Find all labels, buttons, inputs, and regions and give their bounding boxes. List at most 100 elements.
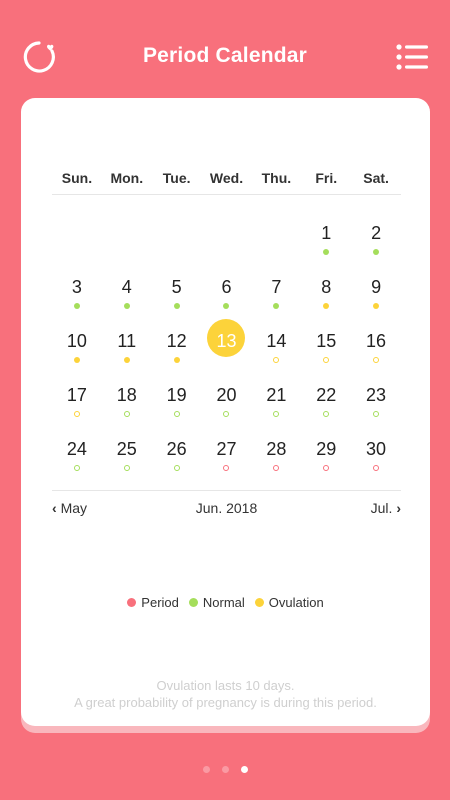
chevron-left-icon: ‹ [52, 500, 57, 516]
calendar-day[interactable]: 15 [301, 316, 351, 370]
calendar-day[interactable]: 26 [152, 424, 202, 478]
weekday-label: Thu. [261, 170, 292, 186]
empty-day-cell [251, 208, 301, 262]
day-number: 26 [166, 439, 187, 459]
day-status-dot [123, 357, 130, 363]
day-status-dot [223, 303, 230, 309]
day-number: 15 [316, 331, 337, 351]
calendar-day[interactable]: 11 [102, 316, 152, 370]
page-dot[interactable] [202, 766, 210, 773]
calendar-day[interactable]: 19 [152, 370, 202, 424]
day-number: 20 [216, 385, 237, 405]
day-status-dot [373, 411, 380, 417]
info-note-line-1: Ovulation lasts 10 days. [156, 678, 295, 693]
calendar-day[interactable]: 7 [251, 262, 301, 316]
legend-dot [127, 598, 137, 607]
list-menu-icon[interactable] [396, 44, 428, 70]
legend: Period Normal Ovulation [21, 595, 430, 610]
calendar-day[interactable]: 6 [202, 262, 252, 316]
day-number: 18 [116, 385, 137, 405]
empty-day-cell [52, 208, 102, 262]
legend-item-ovulation: Ovulation [254, 595, 324, 610]
day-status-dot [323, 357, 330, 363]
weekday-label: Sat. [363, 170, 389, 186]
day-status-dot [173, 303, 180, 309]
day-status-dot [123, 465, 130, 471]
weekday-label: Fri. [315, 170, 338, 186]
day-status-dot [73, 465, 80, 471]
calendar-day[interactable]: 20 [202, 370, 252, 424]
empty-day-cell [202, 208, 252, 262]
calendar-day[interactable]: 21 [251, 370, 301, 424]
day-status-dot [373, 357, 380, 363]
day-number: 8 [321, 277, 332, 297]
calendar-day[interactable]: 8 [301, 262, 351, 316]
calendar-day[interactable]: 24 [52, 424, 102, 478]
calendar-day[interactable]: 9 [351, 262, 401, 316]
empty-day-cell [152, 208, 202, 262]
day-status-dot [123, 303, 130, 309]
calendar-day[interactable]: 28 [251, 424, 301, 478]
day-number: 3 [71, 277, 82, 297]
legend-label: Ovulation [268, 595, 324, 610]
calendar-day[interactable]: 30 [351, 424, 401, 478]
calendar-day[interactable]: 16 [351, 316, 401, 370]
page-dot[interactable] [240, 766, 248, 773]
day-status-dot [173, 465, 180, 471]
day-number: 16 [366, 331, 387, 351]
prev-month-label: May [60, 500, 88, 516]
day-status-dot [273, 465, 280, 471]
page-dot[interactable] [221, 766, 229, 773]
calendar-day[interactable]: 1 [301, 208, 351, 262]
day-status-dot [73, 357, 80, 363]
day-number: 7 [271, 277, 282, 297]
day-status-dot [223, 411, 230, 417]
weekday-header: Sun. Mon. Tue. Wed. Thu. Fri. Sat. [52, 170, 401, 194]
day-status-dot [273, 357, 280, 363]
calendar-day[interactable]: 17 [52, 370, 102, 424]
day-number: 5 [171, 277, 182, 297]
calendar-day[interactable]: 3 [52, 262, 102, 316]
calendar-day[interactable]: 22 [301, 370, 351, 424]
day-number: 9 [371, 277, 382, 297]
calendar-day[interactable]: 5 [152, 262, 202, 316]
day-status-dot [223, 465, 230, 471]
calendar-day[interactable]: 12 [152, 316, 202, 370]
calendar-day[interactable]: 23 [351, 370, 401, 424]
calendar-day[interactable]: 13 [202, 316, 252, 370]
prev-month-button[interactable]: ‹ May [52, 500, 87, 516]
day-status-dot [123, 411, 130, 417]
weekday-label: Mon. [110, 170, 144, 186]
page-title: Period Calendar [142, 44, 308, 67]
day-number: 27 [216, 439, 237, 459]
day-number: 29 [316, 439, 337, 459]
info-note-line-2: A great probability of pregnancy is duri… [74, 695, 377, 710]
legend-label: Normal [202, 595, 245, 610]
next-month-button[interactable]: Jul. › [371, 500, 401, 516]
calendar-day[interactable]: 25 [102, 424, 152, 478]
calendar-day[interactable]: 14 [251, 316, 301, 370]
day-status-dot [373, 249, 380, 255]
day-number: 2 [371, 223, 382, 243]
divider [52, 194, 401, 195]
calendar-day[interactable]: 10 [52, 316, 102, 370]
day-status-dot [373, 465, 380, 471]
next-month-label: Jul. [370, 500, 393, 516]
legend-dot [188, 598, 198, 607]
day-number: 23 [366, 385, 387, 405]
legend-item-period: Period [127, 595, 179, 610]
day-status-dot [373, 303, 380, 309]
calendar-day[interactable]: 2 [351, 208, 401, 262]
day-number: 21 [266, 385, 287, 405]
day-status-dot [323, 249, 330, 255]
calendar-card: Sun. Mon. Tue. Wed. Thu. Fri. Sat. 12345… [21, 98, 430, 726]
day-number: 25 [116, 439, 137, 459]
calendar-day[interactable]: 18 [102, 370, 152, 424]
day-status-dot [323, 465, 330, 471]
calendar-day[interactable]: 27 [202, 424, 252, 478]
day-grid: 1 2 3 4 5 6 7 8 9 10 11 12 13 14 15 16 17 18 19 20 21 22 23 24 2… [52, 208, 401, 478]
day-number: 13 [216, 331, 237, 351]
calendar-day[interactable]: 4 [102, 262, 152, 316]
calendar-day[interactable]: 29 [301, 424, 351, 478]
empty-day-cell [102, 208, 152, 262]
